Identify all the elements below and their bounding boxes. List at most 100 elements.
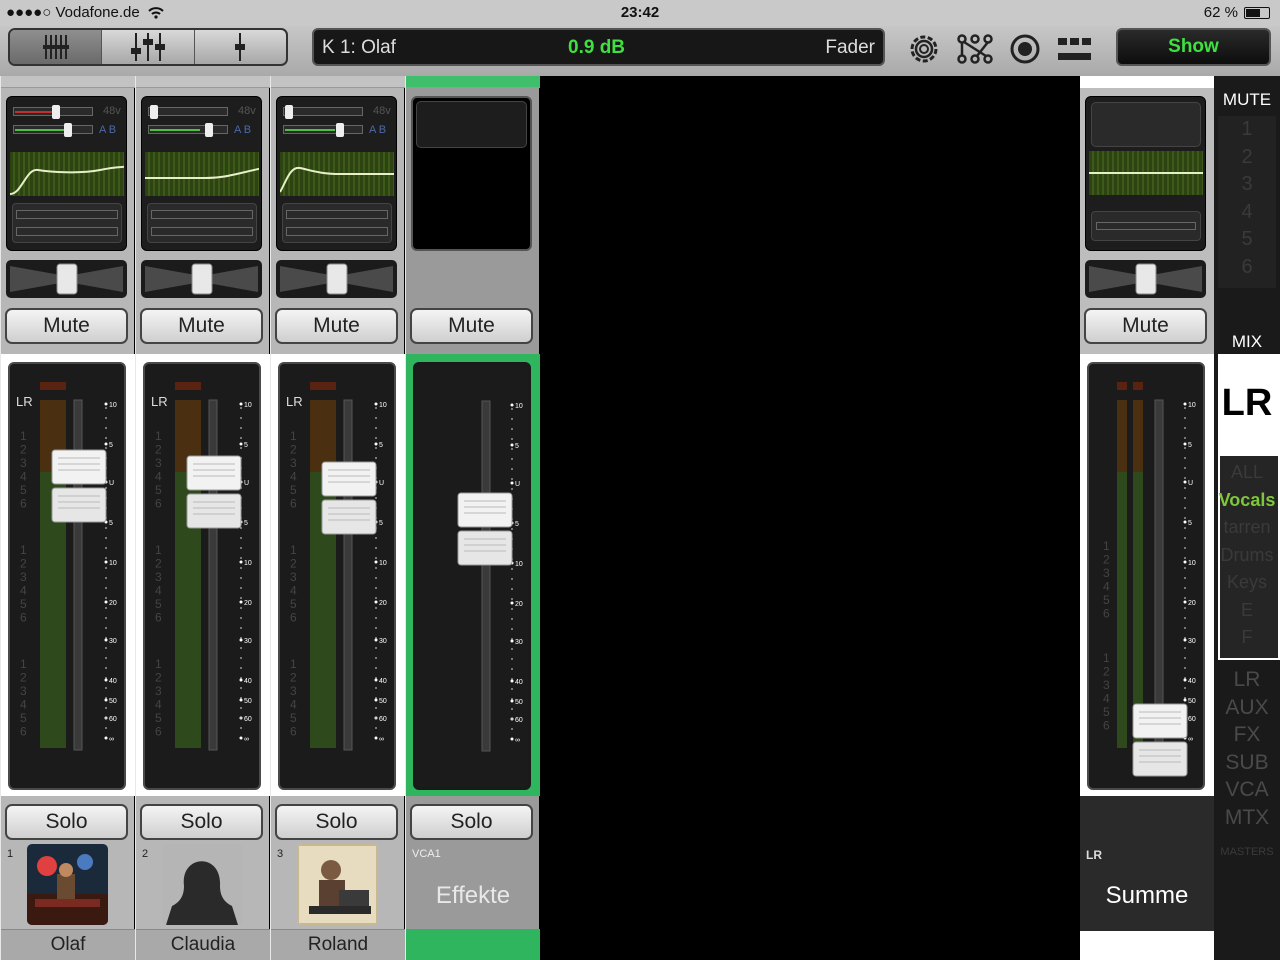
mute-group-button[interactable]: 6 (1214, 256, 1280, 279)
eq-display[interactable] (279, 152, 398, 196)
master-balance[interactable] (1085, 260, 1206, 298)
dynamics-display[interactable] (12, 203, 122, 243)
scale-label: 10 (515, 561, 523, 568)
scale-label: 5 (515, 521, 519, 528)
channel-display[interactable]: K 1: Olaf 0.9 dB Fader (312, 28, 885, 66)
view-item[interactable]: Keys (1214, 572, 1280, 593)
group-number: 1 (290, 543, 297, 557)
group-number: 3 (20, 570, 27, 584)
scale-label: 30 (244, 638, 252, 645)
group-number: 4 (155, 470, 162, 484)
channel-avatar[interactable] (27, 844, 108, 925)
masters-item[interactable]: MTX (1214, 806, 1280, 830)
master-fader-well[interactable]: 10 5 U 5 10 20 30 40 50 60 ∞ 1 2 3 4 5 6 1 2 3 4 5 6 (1087, 362, 1205, 790)
view-item[interactable]: ALL (1214, 462, 1280, 483)
group-number: 3 (20, 684, 27, 698)
masters-item[interactable]: AUX (1214, 696, 1280, 720)
eq-display[interactable] (9, 152, 129, 196)
dynamics-display[interactable] (282, 203, 392, 243)
toolbar-icons (910, 34, 1091, 64)
scale-label: 50 (244, 698, 252, 705)
dynamics-display[interactable] (147, 203, 257, 243)
gain-bar[interactable] (13, 105, 93, 119)
group-number: 6 (290, 611, 297, 625)
record-icon[interactable] (1010, 34, 1040, 64)
group-number: 4 (20, 698, 27, 712)
solo-button[interactable]: Solo (5, 804, 128, 840)
fader-well[interactable]: 10 5 U 5 10 20 30 40 50 60 ∞ LR 1 2 3 4 5 6 1 2 3 4 5 6 1 2 3 4 5 6 (278, 362, 396, 790)
channel-avatar[interactable] (162, 844, 243, 925)
mute-groups-title: MUTE (1222, 90, 1272, 109)
fader-track[interactable] (343, 399, 353, 751)
scale-label: 40 (515, 679, 523, 686)
channel-name[interactable]: Olaf (1, 929, 135, 960)
channel-name[interactable]: Roland (271, 929, 405, 960)
channel-avatar[interactable] (297, 844, 378, 925)
vca-strip: Mute 10 5 U 5 10 20 30 40 50 60 ∞ Solo VCA1 Effekt… (405, 76, 540, 960)
pan-control[interactable] (276, 260, 397, 298)
pan-control[interactable] (141, 260, 262, 298)
vca-solo-button[interactable]: Solo (410, 804, 533, 840)
eq-display[interactable] (145, 152, 264, 196)
mute-group-button[interactable]: 3 (1214, 173, 1280, 196)
view-item[interactable]: tarren (1214, 517, 1280, 538)
view-single-fader-button[interactable] (195, 30, 286, 64)
solo-button[interactable]: Solo (140, 804, 263, 840)
scale-label: 5 (109, 520, 113, 527)
channel-processing[interactable]: 48v A B (276, 96, 398, 251)
masters-item[interactable]: FX (1214, 723, 1280, 747)
scale-label: 10 (109, 402, 117, 409)
masters-item[interactable]: VCA (1214, 778, 1280, 802)
fader-track[interactable] (208, 399, 218, 751)
routing-matrix-icon[interactable] (957, 34, 993, 64)
masters-item[interactable]: SUB (1214, 751, 1280, 775)
fader-well[interactable]: 10 5 U 5 10 20 30 40 50 60 ∞ LR 1 2 3 4 5 6 1 2 3 4 5 6 1 2 3 4 5 6 (143, 362, 261, 790)
mute-button[interactable]: Mute (275, 308, 398, 344)
view-item[interactable]: F (1214, 627, 1280, 648)
mute-group-button[interactable]: 1 (1214, 118, 1280, 141)
view-item[interactable]: Vocals (1214, 490, 1280, 511)
vca-mute-button[interactable]: Mute (410, 308, 533, 344)
channel-strip: 48v A B Mute 10 5 U 5 10 20 30 40 50 60 ∞ LR 1 2 3 4 5 6 1… (270, 76, 405, 960)
view-all-faders-button[interactable] (10, 30, 103, 64)
layout-grid-icon[interactable] (1058, 38, 1091, 60)
pan-control[interactable] (6, 260, 127, 298)
channel-processing[interactable]: 48v A B (6, 96, 129, 251)
fader-scale: 10 5 U 5 10 20 30 40 50 60 ∞ (239, 402, 252, 743)
vca-name[interactable]: Effekte (406, 882, 540, 910)
show-button[interactable]: Show (1116, 28, 1271, 66)
mute-button[interactable]: Mute (140, 308, 263, 344)
hpf-bar[interactable] (148, 123, 228, 137)
settings-gear-icon[interactable] (910, 35, 938, 63)
level-meter (1117, 472, 1127, 748)
view-item[interactable]: Drums (1214, 545, 1280, 566)
fader-track[interactable] (481, 400, 491, 752)
scale-label: 60 (109, 716, 117, 723)
mute-group-button[interactable]: 2 (1214, 146, 1280, 169)
masters-item[interactable]: LR (1214, 668, 1280, 692)
group-number: 4 (290, 470, 297, 484)
master-mute-button[interactable]: Mute (1084, 308, 1207, 344)
solo-button[interactable]: Solo (275, 804, 398, 840)
group-number: 4 (20, 470, 27, 484)
gain-bar[interactable] (148, 105, 228, 119)
channel-name[interactable]: Claudia (136, 929, 270, 960)
master-processing[interactable] (1085, 96, 1206, 251)
mix-selected[interactable]: LR (1214, 382, 1280, 425)
view-mixer-button[interactable] (102, 30, 195, 64)
phantom-label: 48v (373, 105, 391, 117)
channel-processing[interactable]: 48v A B (141, 96, 264, 251)
view-item[interactable]: E (1214, 600, 1280, 621)
group-number: 2 (290, 557, 297, 571)
mute-button[interactable]: Mute (5, 308, 128, 344)
gain-bar[interactable] (283, 105, 363, 119)
fader-track[interactable] (1154, 399, 1164, 751)
fader-well[interactable]: 10 5 U 5 10 20 30 40 50 60 ∞ LR 1 2 3 4 5 6 1 2 3 4 5 6 1 2 3 4 5 6 (8, 362, 126, 790)
mute-group-button[interactable]: 4 (1214, 201, 1280, 224)
mute-group-button[interactable]: 5 (1214, 228, 1280, 251)
hpf-bar[interactable] (13, 123, 93, 137)
hpf-bar[interactable] (283, 123, 363, 137)
meter-bus-label: LR (151, 394, 168, 409)
vca-fader-well[interactable]: 10 5 U 5 10 20 30 40 50 60 ∞ (413, 362, 531, 790)
group-number: 5 (290, 711, 297, 725)
